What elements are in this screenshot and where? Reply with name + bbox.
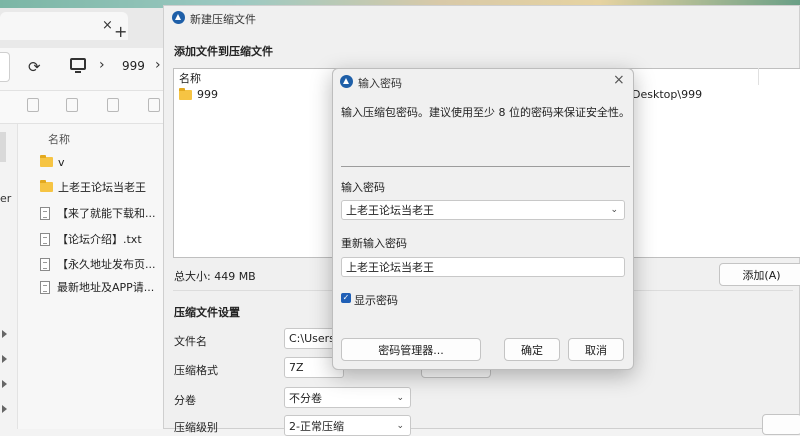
more-button[interactable] — [762, 414, 800, 435]
list-item[interactable]: 上老王论坛当老王 — [40, 177, 165, 197]
share-icon[interactable] — [148, 98, 160, 112]
explorer-toolbar — [0, 90, 170, 124]
chevron-down-icon[interactable]: ⌄ — [610, 205, 618, 215]
expand-arrow-icon[interactable] — [2, 380, 7, 388]
explorer-nav-box[interactable] — [0, 52, 10, 82]
list-item-path: Desktop\999 — [632, 88, 703, 101]
folder-icon — [40, 180, 53, 192]
expand-arrow-icon[interactable] — [2, 330, 7, 338]
chevron-right-icon[interactable]: › — [99, 57, 105, 73]
dialog-title: 输入密码 — [358, 77, 402, 90]
sidebar-label[interactable]: er — [0, 192, 11, 205]
password-input[interactable]: 上老王论坛当老王 ⌄ — [341, 200, 625, 220]
folder-icon — [40, 155, 53, 167]
copy-icon[interactable] — [27, 98, 39, 112]
split-label: 分卷 — [174, 394, 196, 407]
enter-password-dialog: 输入密码 × 输入压缩包密码。建议使用至少 8 位的密码来保证安全性。 输入密码… — [332, 68, 634, 370]
new-tab-icon[interactable]: + — [114, 22, 127, 41]
chevron-down-icon: ⌄ — [396, 392, 404, 403]
close-icon[interactable]: × — [613, 72, 625, 88]
dialog-titlebar — [164, 6, 799, 30]
add-files-heading: 添加文件到压缩文件 — [174, 45, 273, 58]
list-item[interactable]: 【永久地址发布页... — [40, 254, 165, 274]
level-select[interactable]: 2-正常压缩 ⌄ — [284, 415, 411, 436]
password-manager-button[interactable]: 密码管理器... — [341, 338, 481, 361]
rename-icon[interactable] — [107, 98, 119, 112]
expand-arrow-icon[interactable] — [2, 405, 7, 413]
total-size-label: 总大小: 449 MB — [174, 270, 256, 283]
list-item[interactable]: 【来了就能下载和... — [40, 203, 165, 223]
level-label: 压缩级别 — [174, 421, 218, 434]
filename-label: 文件名 — [174, 335, 207, 348]
paste-icon[interactable] — [66, 98, 78, 112]
list-item[interactable]: 最新地址及APP请... — [40, 277, 165, 297]
dialog-title: 新建压缩文件 — [190, 13, 256, 26]
add-button[interactable]: 添加(A) — [719, 263, 800, 286]
show-password-label[interactable]: 显示密码 — [354, 292, 398, 308]
list-column-name[interactable]: 名称 — [179, 70, 201, 86]
text-file-icon — [40, 257, 50, 271]
format-label: 压缩格式 — [174, 364, 218, 377]
divider — [341, 166, 630, 167]
confirm-password-input[interactable]: 上老王论坛当老王 — [341, 257, 625, 277]
text-file-icon — [40, 206, 50, 220]
monitor-icon[interactable] — [70, 58, 86, 73]
cancel-button[interactable]: 取消 — [568, 338, 624, 361]
password-hint: 输入压缩包密码。建议使用至少 8 位的密码来保证安全性。 — [341, 106, 630, 119]
folder-icon — [179, 87, 192, 100]
app-logo-icon — [172, 11, 185, 24]
close-tab-icon[interactable]: × — [102, 18, 113, 33]
confirm-password-label: 重新输入密码 — [341, 237, 407, 250]
refresh-icon[interactable]: ⟳ — [28, 58, 41, 76]
app-logo-icon — [340, 75, 353, 88]
column-header-name[interactable]: 名称 — [48, 131, 70, 147]
text-file-icon — [40, 280, 50, 294]
chevron-down-icon: ⌄ — [396, 420, 404, 431]
list-item[interactable]: v — [40, 152, 165, 172]
show-password-checkbox[interactable]: ✓ — [341, 293, 351, 303]
archive-settings-heading: 压缩文件设置 — [174, 306, 240, 319]
ok-button[interactable]: 确定 — [504, 338, 560, 361]
list-item[interactable]: 【论坛介绍】.txt — [40, 229, 165, 249]
column-divider — [758, 68, 759, 85]
list-item[interactable]: 999 — [179, 87, 218, 101]
expand-arrow-icon[interactable] — [2, 355, 7, 363]
chevron-right-icon[interactable]: › — [155, 57, 161, 73]
text-file-icon — [40, 232, 50, 246]
split-select[interactable]: 不分卷 ⌄ — [284, 387, 411, 408]
password-label: 输入密码 — [341, 181, 385, 194]
breadcrumb-segment[interactable]: 999 — [122, 59, 145, 73]
